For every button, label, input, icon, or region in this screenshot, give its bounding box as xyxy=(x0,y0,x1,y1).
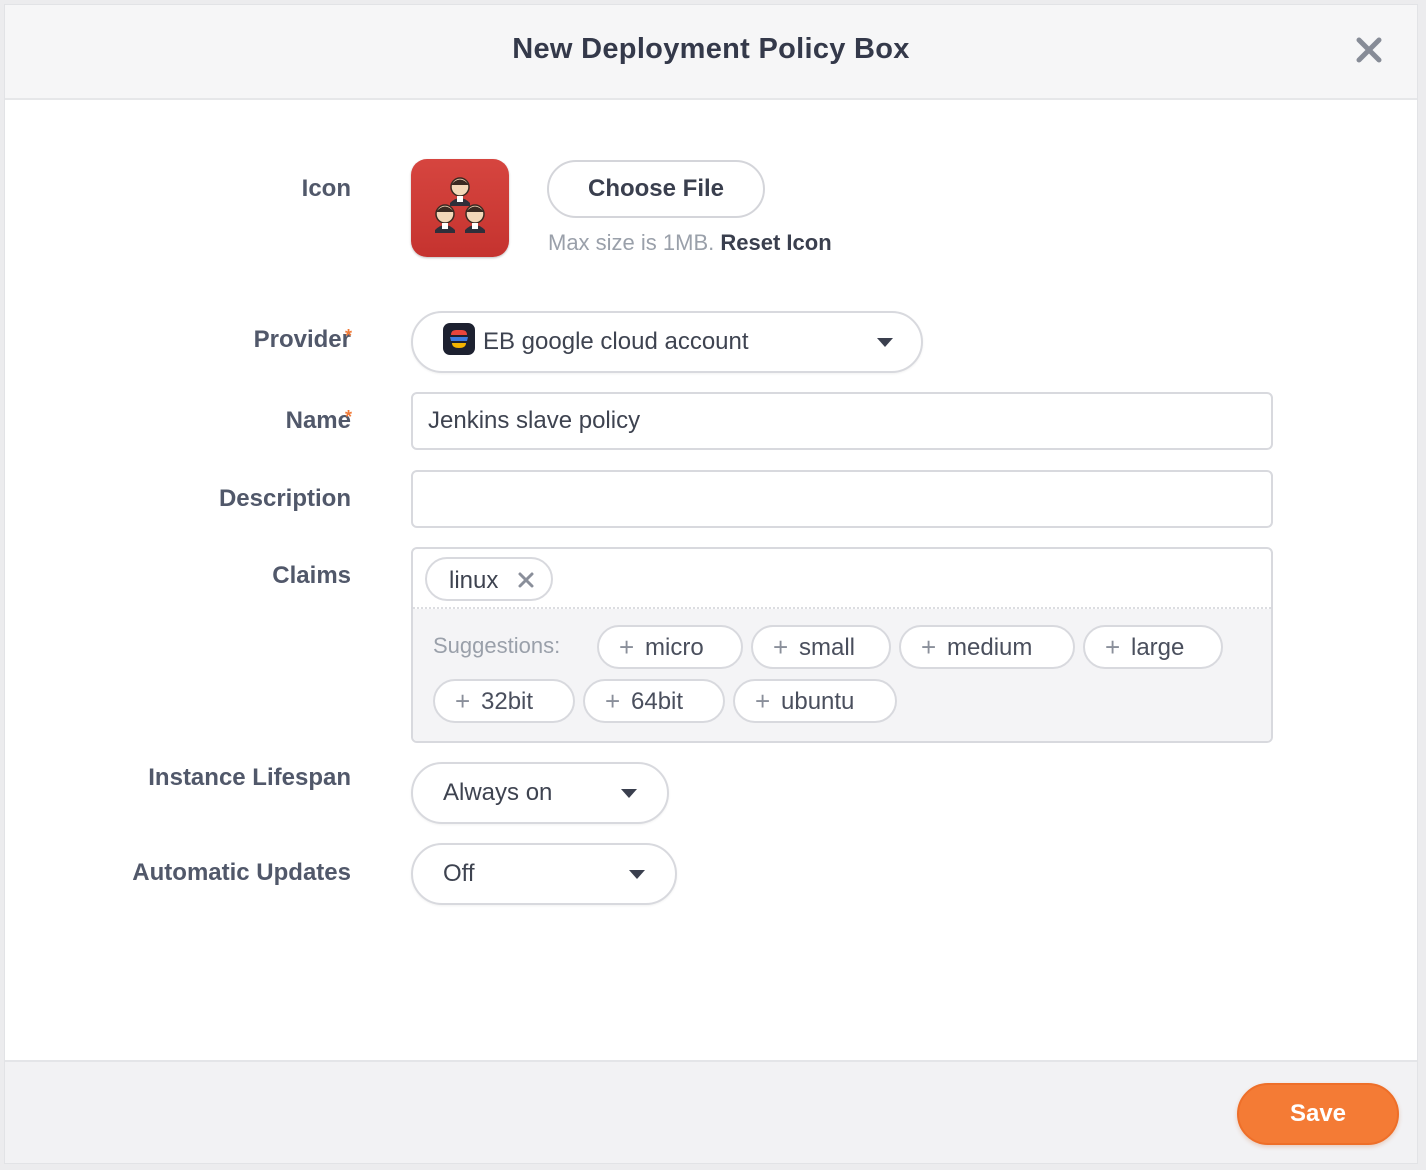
deployment-policy-dialog: New Deployment Policy Box Icon Choose Fi… xyxy=(4,4,1418,1164)
jenkins-figure-right xyxy=(465,204,485,233)
remove-tag-icon[interactable] xyxy=(517,571,535,589)
suggestion-chip[interactable]: + 64bit xyxy=(583,679,725,723)
name-label: Name xyxy=(285,407,351,434)
max-size-text: Max size is 1MB. xyxy=(548,230,715,255)
description-field[interactable] xyxy=(411,470,1273,528)
reset-icon-link[interactable]: Reset Icon xyxy=(720,230,831,255)
choose-file-button[interactable]: Choose File xyxy=(547,160,765,218)
suggestion-label: medium xyxy=(947,634,1033,661)
provider-select[interactable]: EB google cloud account xyxy=(411,311,923,373)
jenkins-figure-left xyxy=(435,204,455,233)
provider-value: EB google cloud account xyxy=(483,328,749,355)
provider-label: Provider xyxy=(253,326,351,353)
suggestion-label: 32bit xyxy=(481,688,534,715)
jenkins-icon xyxy=(411,159,509,257)
chevron-down-icon xyxy=(629,870,645,879)
save-button[interactable]: Save xyxy=(1237,1083,1399,1145)
chevron-down-icon xyxy=(877,338,893,347)
claims-tags-area[interactable]: linux xyxy=(413,549,1271,609)
dialog-footer: Save xyxy=(5,1060,1417,1163)
automatic-updates-select[interactable]: Off xyxy=(411,843,677,905)
plus-icon: + xyxy=(921,632,937,662)
suggestion-chip[interactable]: + large xyxy=(1083,625,1223,669)
plus-icon: + xyxy=(1105,632,1121,662)
suggestion-label: large xyxy=(1131,634,1185,661)
instance-lifespan-label: Instance Lifespan xyxy=(148,764,351,791)
icon-label: Icon xyxy=(301,175,351,202)
claim-tag: linux xyxy=(425,557,553,601)
suggestion-chip[interactable]: + medium xyxy=(899,625,1075,669)
plus-icon: + xyxy=(773,632,789,662)
plus-icon: + xyxy=(455,686,471,716)
automatic-updates-value: Off xyxy=(443,860,475,887)
google-cloud-icon xyxy=(443,323,475,355)
name-field[interactable] xyxy=(411,392,1273,450)
close-icon[interactable] xyxy=(1351,32,1387,68)
suggestion-label: micro xyxy=(645,634,704,661)
plus-icon: + xyxy=(619,632,635,662)
suggestions-label: Suggestions: xyxy=(433,633,561,658)
suggestion-chip[interactable]: + ubuntu xyxy=(733,679,897,723)
claim-tag-label: linux xyxy=(449,567,499,594)
suggestion-chip[interactable]: + micro xyxy=(597,625,743,669)
instance-lifespan-select[interactable]: Always on xyxy=(411,762,669,824)
chevron-down-icon xyxy=(621,789,637,798)
jenkins-figure-top xyxy=(450,177,470,206)
plus-icon: + xyxy=(605,686,621,716)
claims-suggestions: Suggestions: + micro + small + medium + … xyxy=(413,609,1271,741)
plus-icon: + xyxy=(755,686,771,716)
suggestion-chip[interactable]: + small xyxy=(751,625,891,669)
dialog-header: New Deployment Policy Box xyxy=(5,5,1417,100)
suggestion-label: 64bit xyxy=(631,688,684,715)
claims-label: Claims xyxy=(272,562,351,589)
dialog-title: New Deployment Policy Box xyxy=(512,33,910,65)
icon-size-hint: Max size is 1MB. Reset Icon xyxy=(548,230,832,256)
instance-lifespan-value: Always on xyxy=(443,779,553,806)
name-required-mark: * xyxy=(345,407,353,427)
automatic-updates-label: Automatic Updates xyxy=(132,859,351,886)
suggestion-label: ubuntu xyxy=(781,688,855,715)
provider-required-mark: * xyxy=(345,326,353,346)
description-label: Description xyxy=(218,485,351,512)
suggestion-label: small xyxy=(799,634,856,661)
claims-input[interactable]: linux Suggestions: + micro + small + med… xyxy=(411,547,1273,743)
suggestion-chip[interactable]: + 32bit xyxy=(433,679,575,723)
